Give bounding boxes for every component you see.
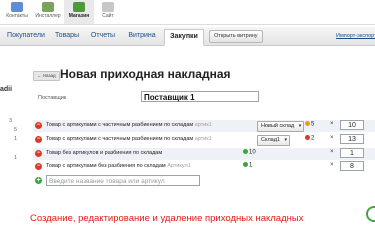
app-label: Контакты — [6, 13, 28, 19]
product-sku: артик1 — [194, 136, 212, 142]
delete-row-icon[interactable]: − — [35, 163, 42, 170]
table-row: − Товар без артикулов и разбиения по скл… — [33, 148, 375, 160]
quantity-input[interactable]: 13 — [340, 134, 364, 144]
app-shop[interactable]: Магазин — [64, 0, 94, 24]
delete-row-icon[interactable]: − — [35, 122, 42, 129]
app-label: Инсталлер — [35, 13, 61, 19]
product-sku: Артикул1 — [167, 163, 191, 169]
product-title: Товар с артикулами без разбиения по скла… — [46, 163, 166, 169]
stock-indicator: 10 — [243, 149, 256, 156]
warehouse-value: Склад1 — [261, 137, 280, 143]
stock-status-icon — [305, 135, 310, 140]
stock-count: 10 — [249, 149, 256, 156]
app-label: Магазин — [68, 13, 90, 19]
stock-status-icon — [243, 162, 248, 167]
open-showcase-button[interactable]: Открыть витрину — [209, 30, 263, 43]
warehouse-select[interactable]: Новый склад ▾ — [257, 121, 305, 132]
app-bar: Контакты Инсталлер Магазин Сайт — [0, 0, 375, 25]
chevron-down-icon: ▾ — [284, 137, 287, 143]
supplier-input[interactable]: Поставщик 1 — [141, 91, 259, 102]
sidebar-label: adii — [0, 86, 13, 93]
app-installer[interactable]: Инсталлер — [33, 0, 63, 24]
table-row: − Товар с артикулами с частичным разбиен… — [33, 120, 375, 132]
sidebar-count: 3 — [9, 118, 13, 124]
product-name: Товар без артикулов и разбиения по склад… — [46, 150, 162, 156]
table-row: − Товар с артикулами без разбиения по ск… — [33, 161, 375, 173]
multiply-icon: × — [330, 121, 334, 127]
warehouse-value: Новый склад — [261, 123, 295, 129]
tabs-bar: Покупатели Товары Отчеты Витрина Закупки… — [0, 27, 375, 46]
stock-status-icon — [305, 121, 310, 126]
sidebar-count: 1 — [14, 136, 18, 142]
contacts-icon — [11, 2, 23, 12]
table-row: − Товар с артикулами с частичным разбиен… — [33, 134, 375, 146]
stock-indicator: 2 — [305, 135, 314, 142]
sidebar-count: 1 — [14, 155, 18, 161]
site-icon — [102, 2, 114, 12]
stock-count: 5 — [311, 121, 315, 128]
page-title: Новая приходная накладная — [60, 67, 231, 81]
tab-reports[interactable]: Отчеты — [88, 29, 118, 43]
product-title: Товар с артикулами с частичным разбиение… — [46, 122, 194, 128]
product-title: Товар без артикулов и разбиения по склад… — [46, 150, 163, 156]
stock-status-icon — [243, 149, 248, 154]
supplier-label: Поставщик — [38, 95, 67, 101]
delete-row-icon[interactable]: − — [35, 150, 42, 157]
app-contacts[interactable]: Контакты — [2, 0, 32, 24]
product-sku: артик1 — [194, 122, 212, 128]
sidebar-count: 5 — [14, 127, 18, 133]
delete-row-icon[interactable]: − — [35, 136, 42, 143]
warehouse-select[interactable]: Склад1 ▾ — [257, 135, 290, 146]
multiply-icon: × — [330, 135, 334, 141]
product-title: Товар с артикулами с частичным разбиение… — [46, 136, 194, 142]
tab-customers[interactable]: Покупатели — [6, 29, 46, 43]
chevron-down-icon: ▾ — [298, 123, 302, 129]
product-name: Товар с артикулами без разбиения по скла… — [46, 163, 191, 169]
tab-purchases[interactable]: Закупки — [164, 29, 204, 46]
shop-icon — [73, 2, 85, 12]
caption-text: Создание, редактирование и удаление прих… — [30, 213, 304, 224]
installer-icon — [42, 2, 54, 12]
quantity-input[interactable]: 1 — [340, 148, 364, 158]
quantity-input[interactable]: 10 — [340, 120, 364, 130]
stock-count: 2 — [311, 135, 315, 142]
stock-count: 1 — [249, 162, 253, 169]
back-label: Назад — [42, 73, 56, 78]
back-button[interactable]: ← Назад — [33, 71, 60, 81]
product-name: Товар с артикулами с частичным разбиение… — [46, 122, 212, 128]
circle-icon — [366, 206, 375, 222]
multiply-icon: × — [330, 162, 334, 168]
quantity-input[interactable]: 8 — [340, 161, 364, 171]
app-label: Сайт — [102, 13, 114, 19]
tab-showcase[interactable]: Витрина — [125, 29, 159, 43]
product-search-input[interactable]: Введите название товара или артикул — [46, 175, 200, 186]
app-site[interactable]: Сайт — [93, 0, 123, 24]
stock-indicator: 1 — [243, 162, 252, 169]
add-icon[interactable]: + — [35, 177, 42, 184]
multiply-icon: × — [330, 149, 334, 155]
import-export-link[interactable]: Импорт-экспорт — [336, 29, 375, 43]
stock-indicator: 5 — [305, 121, 314, 128]
tab-products[interactable]: Товары — [52, 29, 82, 43]
product-name: Товар с артикулами с частичным разбиение… — [46, 136, 212, 142]
